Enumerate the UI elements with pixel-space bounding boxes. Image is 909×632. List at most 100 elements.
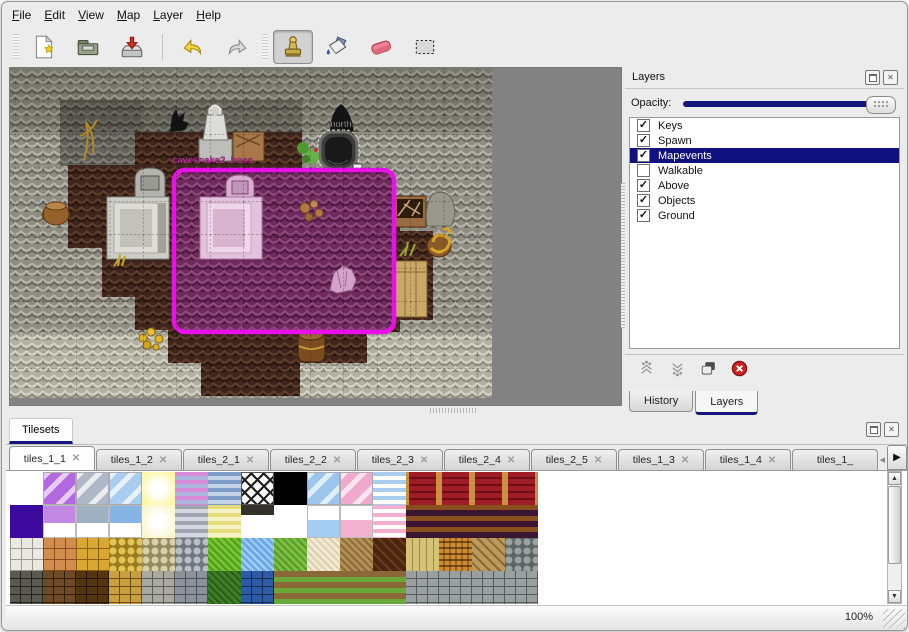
tile-carpet-red[interactable] — [439, 472, 472, 505]
tab-tilesets[interactable]: Tilesets — [9, 418, 73, 444]
tile-sand-pale[interactable] — [307, 538, 340, 571]
tileset-content[interactable]: ▲ ▼ — [6, 470, 907, 605]
tile-carpet-red[interactable] — [472, 472, 505, 505]
scroll-tabs-right-button[interactable]: ▶ — [887, 445, 907, 470]
tile-pebbles-gray[interactable] — [175, 538, 208, 571]
opacity-slider-track[interactable] — [683, 101, 892, 107]
tile-crystal-blue[interactable] — [109, 472, 142, 505]
tile-water[interactable] — [241, 538, 274, 571]
tile-wicker[interactable] — [439, 538, 472, 571]
scroll-tabs-left-icon[interactable]: ◂ — [879, 453, 885, 470]
undo-button[interactable] — [173, 30, 213, 64]
layer-visibility-checkbox[interactable]: ✓ — [637, 134, 650, 147]
tile-logs-gray[interactable] — [505, 538, 538, 571]
tile-stripes-yellow[interactable] — [208, 505, 241, 538]
tile-lattice[interactable] — [241, 472, 274, 505]
raise-layer-button[interactable] — [637, 359, 656, 381]
tile-panel-pink[interactable] — [340, 505, 373, 538]
open-file-button[interactable] — [68, 30, 108, 64]
tile-planks-gray[interactable] — [472, 571, 505, 604]
toolbar-handle[interactable] — [262, 34, 268, 60]
tile-wall-umber[interactable] — [76, 571, 109, 604]
menu-view[interactable]: View — [78, 8, 104, 26]
tile-flagstone-yellow[interactable] — [109, 538, 142, 571]
tile-empty[interactable] — [10, 472, 43, 505]
menu-layer[interactable]: Layer — [153, 8, 183, 26]
layer-visibility-checkbox[interactable]: ✓ — [637, 119, 650, 132]
close-tab-icon[interactable]: ✕ — [72, 453, 80, 464]
tile-wall-blue[interactable] — [241, 571, 274, 604]
tile-black[interactable] — [274, 472, 307, 505]
tab-tiles_1_4[interactable]: tiles_1_4✕ — [705, 449, 791, 470]
splitter-grip[interactable] — [430, 408, 476, 413]
tab-tiles_1_1[interactable]: tiles_1_1✕ — [9, 446, 95, 470]
close-tab-icon[interactable]: ✕ — [246, 455, 254, 466]
new-file-button[interactable] — [24, 30, 64, 64]
tile-hedge[interactable] — [208, 571, 241, 604]
map-canvas[interactable]: north cavesnake2_boss — [9, 67, 622, 406]
scroll-up-icon[interactable]: ▲ — [888, 472, 901, 485]
tile-crystal-purple-half[interactable] — [43, 505, 76, 538]
tile-tiles-gold[interactable] — [76, 538, 109, 571]
tile-crystal-gray-half[interactable] — [76, 505, 109, 538]
close-icon[interactable]: ✕ — [884, 422, 899, 437]
save-file-button[interactable] — [112, 30, 152, 64]
float-icon[interactable] — [866, 422, 881, 437]
close-tab-icon[interactable]: ✕ — [159, 455, 167, 466]
select-rect-tool-button[interactable] — [405, 30, 445, 64]
layer-visibility-checkbox[interactable] — [637, 164, 650, 177]
resize-grip[interactable] — [883, 609, 905, 629]
menu-map[interactable]: Map — [117, 8, 140, 26]
scrollbar-thumb[interactable] — [888, 486, 901, 564]
tab-tiles_2_1[interactable]: tiles_2_1✕ — [183, 449, 269, 470]
tile-planks-light[interactable] — [406, 538, 439, 571]
menu-edit[interactable]: Edit — [44, 8, 65, 26]
lower-layer-button[interactable] — [668, 359, 687, 381]
tile-grass-bright[interactable] — [208, 538, 241, 571]
tile-stripes-blue[interactable] — [208, 472, 241, 505]
tile-grass-path-rows[interactable] — [274, 571, 307, 604]
menu-file[interactable]: File — [12, 8, 31, 26]
close-icon[interactable]: ✕ — [883, 70, 898, 85]
eraser-tool-button[interactable] — [361, 30, 401, 64]
redo-button[interactable] — [217, 30, 257, 64]
tile-stripes-gray[interactable] — [175, 505, 208, 538]
tile-glow-pale[interactable] — [142, 505, 175, 538]
tab-tiles_1_[interactable]: tiles_1_ — [792, 449, 878, 470]
opacity-slider-thumb[interactable] — [866, 96, 896, 114]
tab-tiles_2_2[interactable]: tiles_2_2✕ — [270, 449, 356, 470]
tile-wall-dark[interactable] — [10, 571, 43, 604]
duplicate-layer-button[interactable] — [699, 359, 718, 381]
tile-grass-soft[interactable] — [274, 538, 307, 571]
scroll-down-icon[interactable]: ▼ — [888, 590, 901, 603]
tile-stripes-wood[interactable] — [439, 505, 472, 538]
layer-row-objects[interactable]: ✓Objects — [630, 193, 899, 208]
tile-stripes-wood[interactable] — [406, 505, 439, 538]
stamp-tool-button[interactable] — [273, 30, 313, 64]
tile-planks-gray[interactable] — [406, 571, 439, 604]
close-tab-icon[interactable]: ✕ — [333, 455, 341, 466]
tile-indigo[interactable] — [10, 505, 43, 538]
layer-row-keys[interactable]: ✓Keys — [630, 118, 899, 133]
tab-tiles_2_5[interactable]: tiles_2_5✕ — [531, 449, 617, 470]
layer-visibility-checkbox[interactable]: ✓ — [637, 194, 650, 207]
tile-wood-dark[interactable] — [373, 538, 406, 571]
tile-dirt-speckled[interactable] — [340, 538, 373, 571]
tab-tiles_2_3[interactable]: tiles_2_3✕ — [357, 449, 443, 470]
tile-grass-path-rows[interactable] — [340, 571, 373, 604]
fill-tool-button[interactable] — [317, 30, 357, 64]
layer-row-walkable[interactable]: Walkable — [630, 163, 899, 178]
tile-empty[interactable] — [274, 505, 307, 538]
tile-pebbles-beige[interactable] — [142, 538, 175, 571]
tileset-scrollbar[interactable]: ▲ ▼ — [887, 471, 902, 604]
close-tab-icon[interactable]: ✕ — [768, 455, 776, 466]
close-tab-icon[interactable]: ✕ — [507, 455, 515, 466]
tab-tiles_2_4[interactable]: tiles_2_4✕ — [444, 449, 530, 470]
layer-visibility-checkbox[interactable]: ✓ — [637, 209, 650, 222]
tile-stripes-wood[interactable] — [505, 505, 538, 538]
layer-row-above[interactable]: ✓Above — [630, 178, 899, 193]
tile-panel-blue[interactable] — [307, 505, 340, 538]
tile-wall-gray-brick[interactable] — [175, 571, 208, 604]
tile-ribbon-pink[interactable] — [373, 505, 406, 538]
tile-sign-dark[interactable] — [241, 505, 274, 538]
